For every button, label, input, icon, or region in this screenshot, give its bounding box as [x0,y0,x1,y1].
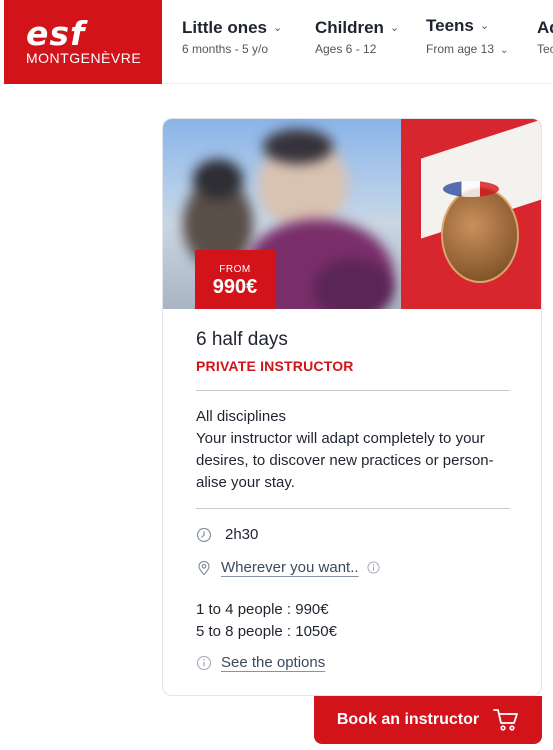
pricing-list: 1 to 4 people : 990€ 5 to 8 people : 105… [196,599,337,643]
location-pin-icon [198,560,210,575]
badge-from-label: FROM [219,264,251,275]
nav-title-little-ones: Little ones [182,18,268,37]
description-line: alise your stay. [196,474,295,491]
logo-location: MONTGENÈVRE [26,50,142,66]
offer-description: All disciplines Your instructor will ada… [196,406,516,494]
nav-title-teens: Teens [426,16,474,35]
location-row: Wherever you want.. [196,559,380,576]
book-button-label: Book an instructor [336,711,480,728]
divider [196,390,510,391]
duration-row: 2h30 [196,526,258,543]
nav-title-adults: Ad [537,18,553,37]
duration-value: 2h30 [225,526,259,543]
nav-sub-little-ones: 6 months - 5 y/o [182,42,269,56]
site-header: esf MONTGENÈVRE Little ones ⌄ 6 months - … [0,0,553,84]
nav-sub-teens: From age 13 [426,42,495,56]
logo-wordmark: esf [26,14,86,53]
nav-adults[interactable]: Ad Tec [537,18,553,56]
see-options-link[interactable]: See the options [221,654,325,671]
book-instructor-button[interactable]: Book an instructor [314,696,542,744]
nav-little-ones[interactable]: Little ones ⌄ 6 months - 5 y/o [182,18,282,56]
nav-teens[interactable]: Teens ⌄ From age 13 ⌄ [426,16,508,56]
description-line: All disciplines [196,408,287,425]
price-badge: FROM 990€ [195,250,275,309]
esf-logo[interactable]: esf MONTGENÈVRE [4,0,162,84]
chevron-down-icon: ⌄ [273,22,283,34]
chevron-down-icon: ⌄ [389,22,400,34]
offer-subtitle: PRIVATE INSTRUCTOR [196,358,354,374]
cart-icon [493,709,519,731]
chevron-down-icon: ⌄ [479,20,490,32]
description-line: desires, to discover new practices or pe… [196,452,494,469]
clock-icon [196,527,212,542]
nav-sub-children: Ages 6 - 12 [315,42,377,56]
location-link[interactable]: Wherever you want.. [221,559,359,576]
info-icon[interactable] [367,561,380,574]
offer-card: FROM 990€ 6 half days PRIVATE INSTRUCTOR… [162,118,542,696]
nav-sub-adults: Tec [537,42,553,56]
options-row: See the options [196,654,325,671]
info-icon [196,655,212,670]
badge-price: 990€ [212,276,258,298]
pricing-line: 5 to 8 people : 1050€ [196,623,337,640]
divider [196,508,510,509]
pricing-line: 1 to 4 people : 990€ [196,601,329,618]
offer-title: 6 half days [196,329,288,350]
nav-title-children: Children [315,18,384,37]
offer-photo: FROM 990€ [163,119,541,309]
nav-children[interactable]: Children ⌄ Ages 6 - 12 [315,18,399,56]
chevron-down-icon: ⌄ [500,45,509,56]
description-line: Your instructor will adapt completely to… [196,430,485,447]
